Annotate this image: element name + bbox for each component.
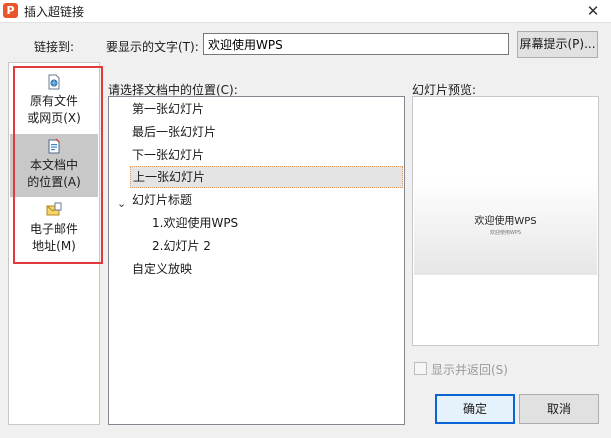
show-and-return-label: 显示并返回(S) <box>431 363 508 377</box>
show-and-return-checkbox[interactable] <box>414 362 427 375</box>
ok-button[interactable]: 确定 <box>435 394 515 424</box>
screentip-button[interactable]: 屏幕提示(P)... <box>517 31 598 58</box>
tree-item-slide-1[interactable]: 1.欢迎使用WPS <box>152 212 238 234</box>
close-icon[interactable]: ✕ <box>583 0 603 22</box>
window-title: 插入超链接 <box>24 5 85 19</box>
document-location-tree[interactable]: 第一张幻灯片 最后一张幻灯片 下一张幻灯片 上一张幻灯片 ⌄ 幻灯片标题 1.欢… <box>108 96 405 425</box>
tree-item-next-slide[interactable]: 下一张幻灯片 <box>132 144 204 166</box>
cancel-button[interactable]: 取消 <box>519 394 599 424</box>
tree-item-last-slide[interactable]: 最后一张幻灯片 <box>132 121 216 143</box>
slide-preview-title: 欢迎使用WPS <box>474 216 537 227</box>
expand-chevron-icon[interactable]: ⌄ <box>117 197 126 210</box>
slide-thumbnail: 欢迎使用WPS 欢迎使用WPS <box>414 179 597 275</box>
tree-item-slide-2[interactable]: 2.幻灯片 2 <box>152 235 211 257</box>
display-text-input[interactable] <box>203 33 509 55</box>
tree-item-custom-show[interactable]: 自定义放映 <box>132 258 192 280</box>
title-bar: P 插入超链接 ✕ <box>0 0 611 23</box>
highlight-annotation-box <box>13 66 103 264</box>
tree-item-slide-titles[interactable]: 幻灯片标题 <box>132 189 192 211</box>
tree-item-prev-slide[interactable]: 上一张幻灯片 <box>130 166 403 188</box>
tree-item-first-slide[interactable]: 第一张幻灯片 <box>132 98 204 120</box>
wps-app-icon: P <box>3 3 18 18</box>
link-to-label: 链接到: <box>34 40 75 54</box>
slide-preview-subtitle: 欢迎使用WPS <box>489 230 522 236</box>
display-text-label: 要显示的文字(T): <box>106 40 199 54</box>
slide-preview: 欢迎使用WPS 欢迎使用WPS <box>412 96 599 346</box>
